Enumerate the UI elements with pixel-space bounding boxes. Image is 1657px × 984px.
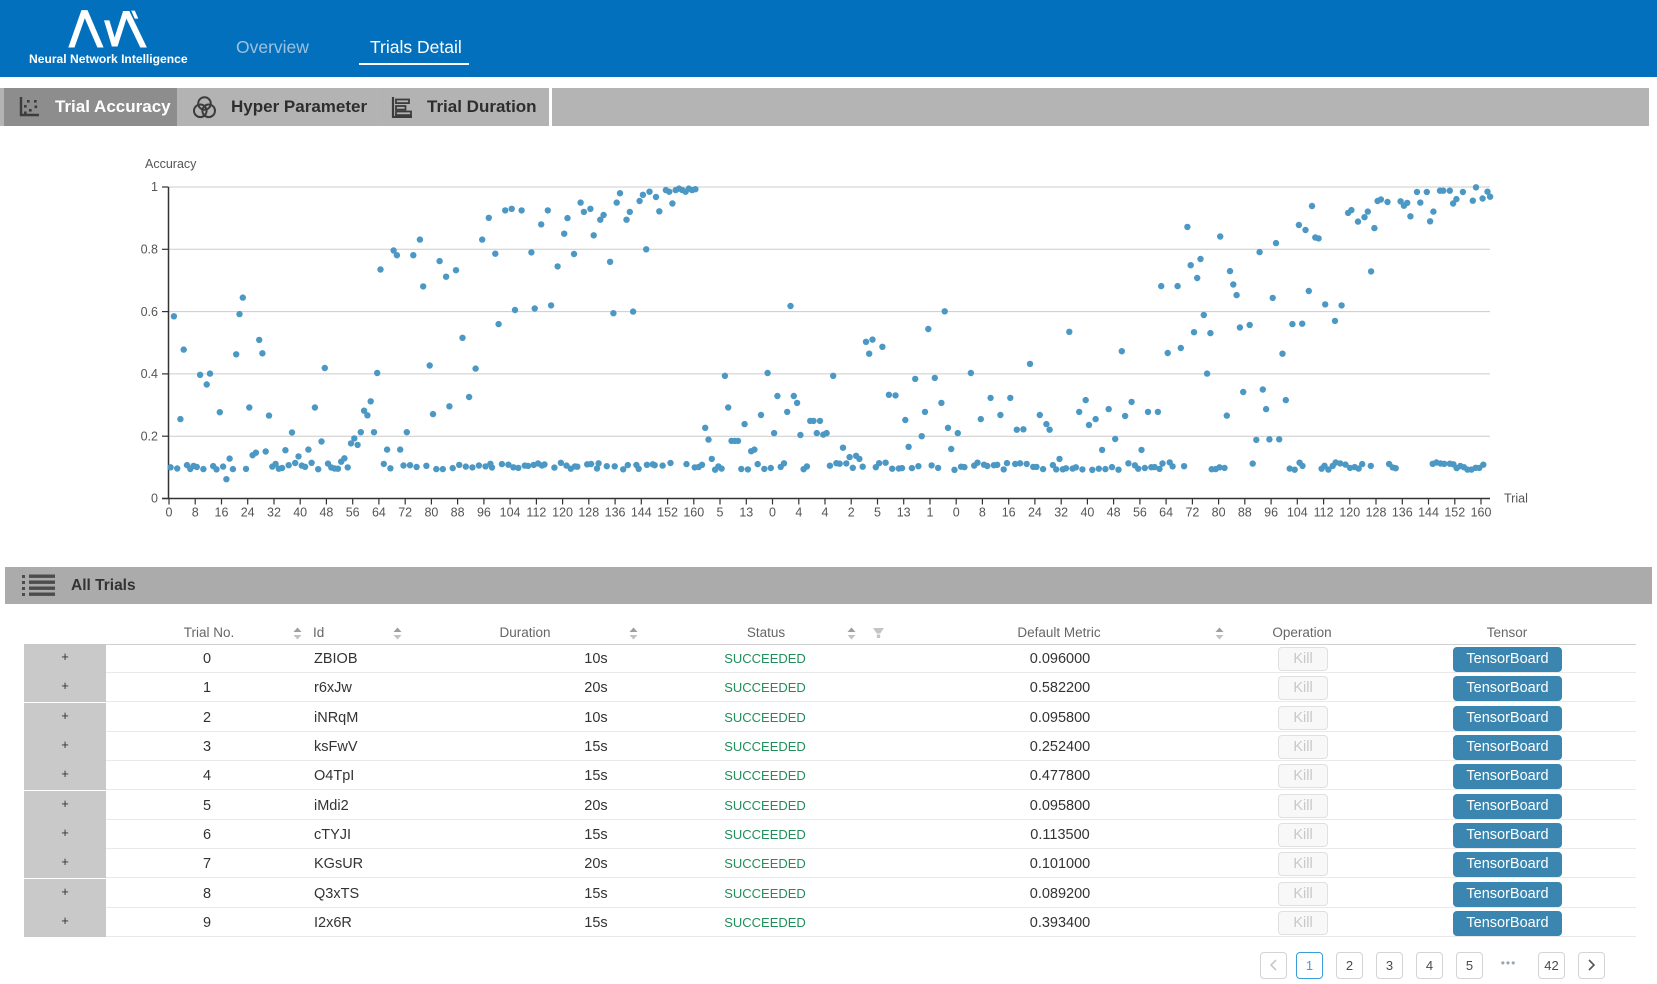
svg-text:0.8: 0.8 [141,243,158,257]
svg-text:96: 96 [1264,506,1278,520]
svg-text:0: 0 [151,492,158,506]
svg-text:136: 136 [1392,506,1413,520]
svg-text:Trial: Trial [1504,492,1528,506]
svg-text:120: 120 [552,506,573,520]
svg-text:Accuracy: Accuracy [145,157,197,171]
svg-text:144: 144 [1418,506,1439,520]
svg-text:5: 5 [717,506,724,520]
svg-text:56: 56 [1133,506,1147,520]
svg-text:0: 0 [166,506,173,520]
svg-text:8: 8 [192,506,199,520]
svg-text:80: 80 [1212,506,1226,520]
svg-text:128: 128 [578,506,599,520]
svg-text:32: 32 [267,506,281,520]
svg-text:32: 32 [1054,506,1068,520]
svg-text:160: 160 [683,506,704,520]
svg-text:152: 152 [657,506,678,520]
svg-text:104: 104 [1287,506,1308,520]
svg-text:16: 16 [1002,506,1016,520]
svg-text:88: 88 [1238,506,1252,520]
svg-text:16: 16 [215,506,229,520]
svg-text:72: 72 [398,506,412,520]
svg-text:5: 5 [874,506,881,520]
svg-text:48: 48 [319,506,333,520]
svg-text:40: 40 [1080,506,1094,520]
svg-text:0.2: 0.2 [141,429,158,443]
svg-text:4: 4 [822,506,829,520]
svg-text:4: 4 [795,506,802,520]
svg-text:152: 152 [1444,506,1465,520]
svg-text:48: 48 [1107,506,1121,520]
svg-text:128: 128 [1366,506,1387,520]
svg-text:56: 56 [346,506,360,520]
svg-text:1: 1 [151,180,158,194]
svg-text:1: 1 [927,506,934,520]
svg-text:160: 160 [1471,506,1492,520]
svg-text:112: 112 [526,506,546,520]
svg-text:13: 13 [739,506,753,520]
svg-text:0: 0 [769,506,776,520]
svg-text:104: 104 [500,506,521,520]
svg-text:144: 144 [631,506,652,520]
svg-text:13: 13 [897,506,911,520]
svg-text:0.6: 0.6 [141,305,158,319]
svg-text:40: 40 [293,506,307,520]
svg-text:24: 24 [241,506,255,520]
svg-text:64: 64 [372,506,386,520]
svg-text:0.4: 0.4 [141,367,158,381]
svg-text:64: 64 [1159,506,1173,520]
svg-text:136: 136 [605,506,626,520]
svg-text:96: 96 [477,506,491,520]
svg-text:88: 88 [451,506,465,520]
svg-text:120: 120 [1339,506,1360,520]
svg-text:112: 112 [1314,506,1334,520]
svg-text:80: 80 [424,506,438,520]
svg-text:72: 72 [1185,506,1199,520]
svg-text:8: 8 [979,506,986,520]
svg-text:2: 2 [848,506,855,520]
svg-text:24: 24 [1028,506,1042,520]
svg-text:0: 0 [953,506,960,520]
